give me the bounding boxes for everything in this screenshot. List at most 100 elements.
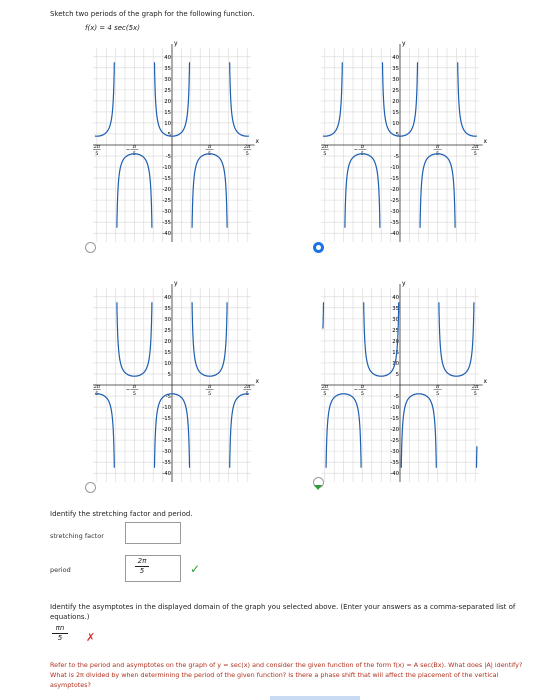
y-tick-label: 5 [396,132,399,138]
y-tick-label: -15 [390,176,399,182]
y-tick-label: -40 [390,231,399,237]
y-tick-label: 40 [392,55,399,61]
y-tick-label: -30 [390,449,399,455]
x-tick-numerator: 2π [471,384,479,390]
y-tick-label: -25 [162,198,171,204]
period-label: period [50,566,71,574]
x-tick-denominator: 5 [95,151,98,157]
y-tick-label: 30 [164,77,171,83]
y-tick-label: -20 [390,427,399,433]
y-tick-label: 30 [392,77,399,83]
option-a-radio[interactable] [85,242,96,253]
y-tick-label: -30 [162,209,171,215]
y-tick-label: -20 [162,187,171,193]
y-tick-label: 15 [164,110,171,116]
graph-option-c[interactable]: yx403530252015105-5-10-15-20-25-30-35-40… [93,276,291,486]
asymptote-incorrect-icon: ✗ [86,631,96,644]
stretch-period-title: Identify the stretching factor and perio… [50,510,193,518]
y-tick-label: 35 [392,306,399,312]
period-denominator: 5 [135,566,149,576]
y-tick-label: 40 [164,55,171,61]
y-axis-label: y [174,40,178,47]
x-tick-denominator: 5 [474,151,477,157]
period-numerator: 2π [137,557,147,565]
y-tick-label: 5 [396,372,399,378]
y-tick-label: -15 [390,416,399,422]
y-tick-label: -40 [390,471,399,477]
x-tick-numerator: π [207,384,212,390]
y-tick-label: 40 [392,295,399,301]
x-tick-numerator: π [360,144,365,150]
x-tick-numerator: 2π [243,144,251,150]
x-tick-numerator: π [132,384,137,390]
y-tick-label: -35 [162,220,171,226]
y-tick-label: -15 [162,176,171,182]
y-tick-label: -30 [162,449,171,455]
y-tick-label: 25 [392,88,399,94]
y-tick-label: -5 [394,394,399,400]
y-tick-label: 10 [164,361,171,367]
option-c-radio[interactable] [85,482,96,493]
option-b-radio[interactable] [313,242,324,253]
x-tick-numerator: 2π [93,144,101,150]
y-tick-label: 35 [164,66,171,72]
x-tick-denominator: 5 [246,151,249,157]
x-tick-denominator: 5 [474,391,477,397]
x-tick-numerator: π [132,144,137,150]
stretching-factor-label: stretching factor [50,532,104,540]
y-tick-label: 20 [164,339,171,345]
y-tick-label: 15 [392,110,399,116]
y-tick-label: 20 [164,99,171,105]
y-tick-label: -25 [390,438,399,444]
x-axis-label: x [483,138,487,145]
x-axis-label: x [255,138,259,145]
y-tick-label: 10 [164,121,171,127]
x-tick-numerator: 2π [321,144,329,150]
x-axis-label: x [483,378,487,385]
y-tick-label: -25 [390,198,399,204]
y-tick-label: 5 [168,372,171,378]
y-tick-label: -10 [162,405,171,411]
y-tick-label: -20 [390,187,399,193]
asymptote-numerator: πn [55,624,65,632]
y-tick-label: -15 [162,416,171,422]
period-correct-icon: ✓ [190,562,201,576]
y-tick-label: 35 [392,66,399,72]
x-tick-denominator: 5 [323,151,326,157]
y-tick-label: -10 [390,405,399,411]
y-tick-label: -5 [166,154,171,160]
y-tick-label: -30 [390,209,399,215]
y-tick-label: -40 [162,471,171,477]
graph-option-d[interactable]: yx403530252015105-5-10-15-20-25-30-35-40… [321,276,519,486]
y-tick-label: -10 [162,165,171,171]
graph-option-a[interactable]: y x 40 35 30 25 20 15 10 5 -5 -10 -15 -20 -25 -30 -35 -40… [93,36,291,246]
x-axis-label: x [255,378,259,385]
y-tick-label: -5 [394,154,399,160]
y-axis-label: y [402,40,406,47]
x-tick-numerator: 2π [321,384,329,390]
y-tick-label: -35 [390,220,399,226]
x-tick-denominator: 5 [436,391,439,397]
hint-bar [270,696,360,700]
x-tick-numerator: π [360,384,365,390]
graph-option-b[interactable]: y x 40 35 30 25 20 15 10 5 -5 -10 -15 -20 -25 -30 -35 -40… [321,36,519,246]
cursor-icon [314,485,322,490]
asymptote-denominator: 5 [52,633,68,643]
x-tick-denominator: 5 [208,391,211,397]
question-prompt: Sketch two periods of the graph for the … [50,10,255,18]
x-tick-numerator: π [207,144,212,150]
y-tick-label: 30 [164,317,171,323]
asymptote-answer[interactable]: πn 5 [52,624,68,643]
y-tick-label: -25 [162,438,171,444]
y-tick-label: 15 [392,350,399,356]
y-axis-label: y [174,280,178,287]
y-tick-label: 25 [164,328,171,334]
x-tick-numerator: 2π [93,384,101,390]
stretching-factor-input[interactable] [125,522,181,544]
function-formula: f(x) = 4 sec(5x) [85,24,140,32]
x-tick-numerator: π [435,384,440,390]
period-fraction: 2π 5 [135,557,149,576]
y-tick-label: -40 [162,231,171,237]
period-input[interactable] [125,555,181,582]
y-tick-label: 40 [164,295,171,301]
